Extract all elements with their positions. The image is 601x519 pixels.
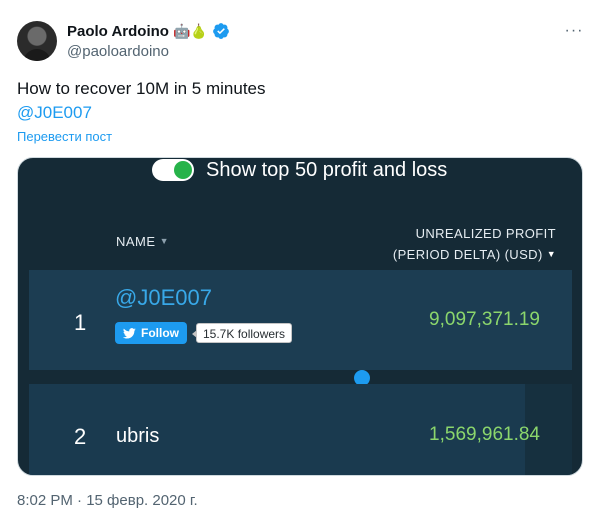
translate-post-link[interactable]: Перевести пост (17, 129, 112, 144)
author-handle[interactable]: @paoloardoino (67, 43, 169, 60)
author-emojis: 🤖🍐 (172, 23, 208, 39)
author-display-name[interactable]: Paolo Ardoino (67, 23, 169, 40)
toggle-label: Show top 50 profit and loss (206, 159, 448, 181)
followers-count-badge: 15.7K followers (191, 323, 293, 343)
toggle-knob (174, 161, 192, 179)
sort-caret-active-icon: ▼ (546, 249, 556, 259)
column-profit-line1: UNREALIZED PROFIT (415, 226, 556, 241)
profit-loss-toggle (152, 159, 194, 181)
author-avatar[interactable] (17, 21, 57, 61)
row-user-name: ubris (116, 425, 160, 447)
column-name-label: NAME (116, 234, 156, 249)
verified-badge-icon (212, 23, 229, 39)
row-rank: 2 (74, 424, 87, 449)
tweet-media-image[interactable]: Show top 50 profit and loss NAME ▼ UNREAL… (17, 157, 583, 476)
tweet-text: How to recover 10M in 5 minutes (17, 79, 266, 98)
tweet-timestamp[interactable]: 8:02 PM · 15 февр. 2020 г. (17, 492, 198, 509)
column-header-profit: UNREALIZED PROFIT (PERIOD DELTA) (USD) ▼ (393, 224, 556, 265)
more-options-icon[interactable]: ··· (562, 22, 586, 42)
follow-button-label: Follow (141, 326, 179, 340)
sort-caret-icon: ▼ (159, 236, 169, 246)
bird-icon (123, 327, 136, 338)
tweet-mention-link[interactable]: @J0E007 (17, 103, 92, 123)
column-profit-line2: (PERIOD DELTA) (USD) (392, 247, 543, 262)
row-profit-value: 9,097,371.19 (429, 309, 540, 330)
row-user-link: @J0E007 (115, 285, 212, 310)
row-profit-value: 1,569,961.84 (429, 424, 540, 445)
row-rank: 1 (74, 310, 87, 335)
follow-button: Follow (115, 322, 187, 344)
author-name-row: Paolo Ardoino 🤖🍐 (67, 22, 230, 40)
avatar-shoulders (23, 49, 51, 61)
column-header-name: NAME ▼ (116, 234, 169, 249)
